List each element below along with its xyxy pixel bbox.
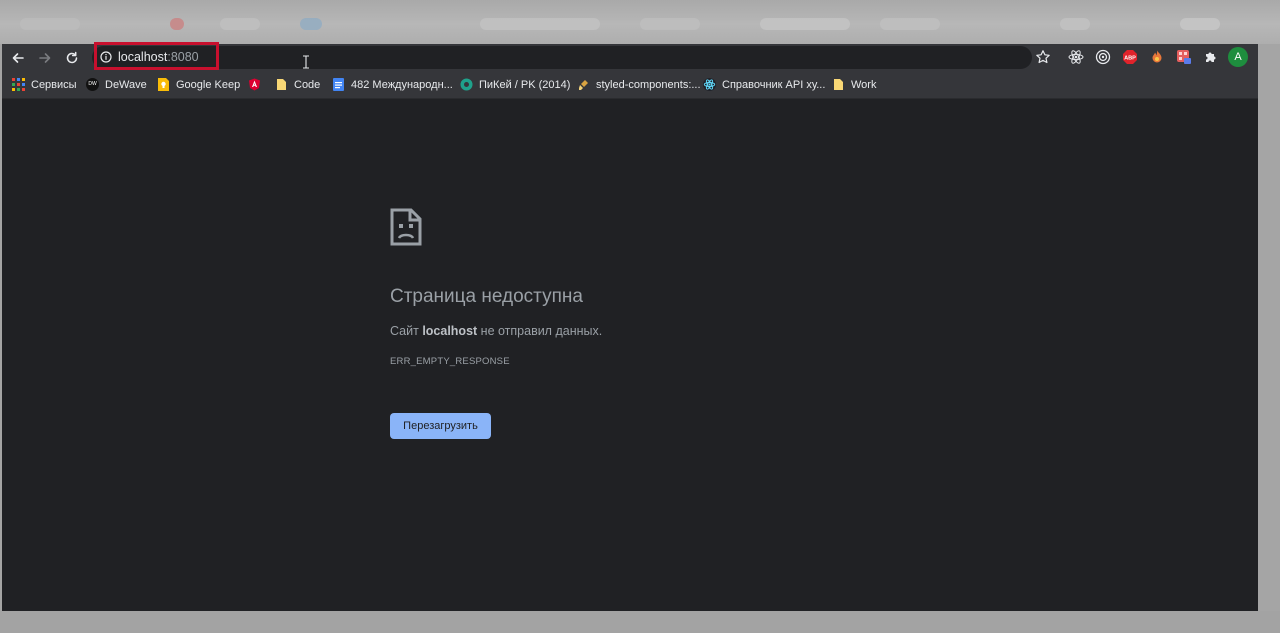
error-code: ERR_EMPTY_RESPONSE bbox=[390, 356, 510, 367]
bookmark-folder-work[interactable]: Work bbox=[832, 76, 876, 93]
bookmark-label: Code bbox=[294, 78, 321, 91]
url-highlight-box bbox=[94, 42, 219, 70]
bookmark-label: 482 Международн... bbox=[351, 78, 453, 91]
bookmark-label: Справочник API ху... bbox=[722, 78, 826, 91]
react-icon bbox=[703, 78, 716, 91]
error-title: Страница недоступна bbox=[390, 286, 583, 307]
bookmark-doc-482[interactable]: 482 Международн... bbox=[332, 76, 453, 93]
address-bar[interactable]: localhost:8080 bbox=[92, 46, 1032, 69]
browser-toolbar: localhost:8080 ABP A bbox=[2, 42, 1258, 71]
google-keep-icon bbox=[158, 78, 169, 91]
error-message-prefix: Сайт bbox=[390, 324, 423, 338]
bookmark-folder-code[interactable]: Code bbox=[275, 76, 320, 93]
error-message: Сайт localhost не отправил данных. bbox=[390, 324, 602, 338]
bookmark-pikey[interactable]: ПиКей / PK (2014) bbox=[460, 76, 570, 93]
arrow-right-icon bbox=[39, 53, 51, 63]
desktop-background-right bbox=[1258, 44, 1280, 611]
adblock-label: ABP bbox=[1124, 56, 1136, 62]
error-message-host: localhost bbox=[422, 324, 478, 338]
browser-window: localhost:8080 ABP A Сервисы DW DeWave G… bbox=[2, 42, 1258, 611]
bookmark-dewave[interactable]: DW DeWave bbox=[86, 76, 147, 93]
sad-document-icon bbox=[390, 208, 422, 246]
folder-icon bbox=[277, 79, 286, 90]
bookmark-label: DeWave bbox=[105, 78, 147, 91]
back-button[interactable] bbox=[7, 47, 29, 69]
reload-icon bbox=[66, 51, 78, 64]
flame-extension-icon[interactable] bbox=[1149, 49, 1165, 65]
desktop-background-bottom bbox=[0, 611, 1280, 633]
bookmark-star-icon[interactable] bbox=[1035, 49, 1051, 65]
bookmark-styled-components[interactable]: styled-components:... bbox=[577, 76, 701, 93]
bookmark-label: Сервисы bbox=[31, 78, 77, 91]
nail-polish-icon bbox=[579, 80, 588, 90]
bookmark-react-api[interactable]: Справочник API ху... bbox=[703, 76, 825, 93]
dewave-logo-icon: DW bbox=[86, 78, 99, 91]
reload-toolbar-button[interactable] bbox=[61, 47, 83, 69]
text-cursor-icon bbox=[303, 55, 309, 69]
bookmark-label: styled-components:... bbox=[596, 78, 701, 91]
apps-grid-icon bbox=[12, 78, 25, 91]
bookmarks-bar: Сервисы DW DeWave Google Keep Code 482 М… bbox=[2, 71, 1258, 99]
target-extension-icon[interactable] bbox=[1095, 49, 1111, 65]
bookmark-label: Work bbox=[851, 78, 877, 91]
angular-icon bbox=[249, 78, 260, 91]
adblock-plus-icon[interactable]: ABP bbox=[1122, 49, 1138, 65]
puzzle-extensions-icon[interactable] bbox=[1203, 49, 1219, 65]
pixel-extension-icon[interactable] bbox=[1176, 49, 1192, 65]
bookmark-angular[interactable] bbox=[248, 76, 267, 93]
profile-avatar[interactable]: A bbox=[1228, 47, 1248, 67]
forward-button[interactable] bbox=[34, 47, 56, 69]
reload-button[interactable]: Перезагрузить bbox=[390, 413, 491, 439]
bookmark-label: Google Keep bbox=[176, 78, 241, 91]
error-page: Страница недоступна Сайт localhost не от… bbox=[2, 99, 1258, 611]
error-message-suffix: не отправил данных. bbox=[477, 324, 603, 338]
bookmark-label: ПиКей / PK (2014) bbox=[479, 78, 571, 91]
blurred-taskbar-background bbox=[0, 0, 1280, 44]
bookmark-services[interactable]: Сервисы bbox=[12, 76, 77, 93]
react-devtools-icon[interactable] bbox=[1068, 49, 1084, 65]
folder-icon bbox=[834, 79, 843, 90]
site-icon bbox=[460, 78, 473, 91]
google-docs-icon bbox=[333, 78, 344, 91]
bookmark-google-keep[interactable]: Google Keep bbox=[157, 76, 240, 93]
arrow-left-icon bbox=[12, 53, 24, 63]
